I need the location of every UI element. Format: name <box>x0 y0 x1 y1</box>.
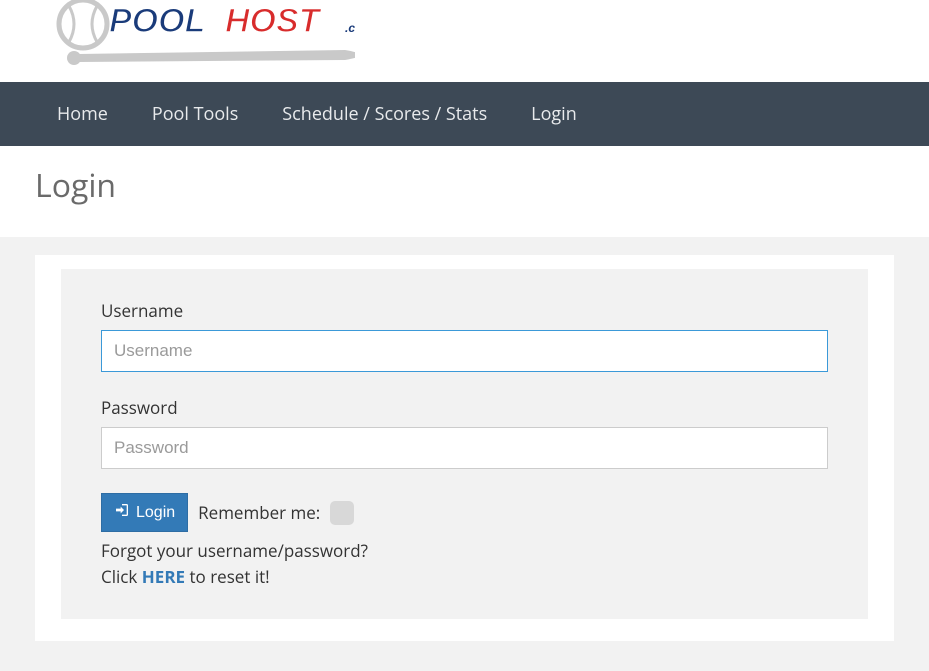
password-label: Password <box>101 396 828 419</box>
content-area: Username Password Login Remember me: For… <box>0 237 929 671</box>
logo-text-pool: POOL <box>109 2 205 40</box>
nav-pool-tools[interactable]: Pool Tools <box>130 82 260 146</box>
login-button[interactable]: Login <box>101 493 188 532</box>
page-title-area: Login <box>0 146 929 237</box>
password-input[interactable] <box>101 427 828 469</box>
page-title: Login <box>35 164 894 207</box>
forgot-line2-pre: Click <box>101 565 142 588</box>
logo-text-com: .com <box>345 21 355 35</box>
remember-me-checkbox[interactable] <box>330 501 354 525</box>
login-action-row: Login Remember me: <box>101 493 828 532</box>
password-group: Password <box>101 396 828 469</box>
login-panel: Username Password Login Remember me: For… <box>61 269 868 619</box>
login-arrow-icon <box>114 502 130 523</box>
username-group: Username <box>101 299 828 372</box>
username-input[interactable] <box>101 330 828 372</box>
remember-me-label: Remember me: <box>198 501 320 524</box>
username-label: Username <box>101 299 828 322</box>
nav-login[interactable]: Login <box>509 82 599 146</box>
navbar: Home Pool Tools Schedule / Scores / Stat… <box>0 82 929 146</box>
logo[interactable]: POOL HOST .com <box>35 0 355 70</box>
forgot-link[interactable]: HERE <box>142 565 185 588</box>
nav-schedule-scores-stats[interactable]: Schedule / Scores / Stats <box>260 82 509 146</box>
login-button-label: Login <box>136 504 175 522</box>
login-outer-panel: Username Password Login Remember me: For… <box>35 255 894 641</box>
forgot-line1: Forgot your username/password? <box>101 539 368 562</box>
nav-home[interactable]: Home <box>35 82 130 146</box>
forgot-text: Forgot your username/password? Click HER… <box>101 538 828 589</box>
forgot-line2-post: to reset it! <box>185 565 270 588</box>
logo-text-host: HOST <box>225 2 323 40</box>
header: POOL HOST .com <box>0 0 929 82</box>
